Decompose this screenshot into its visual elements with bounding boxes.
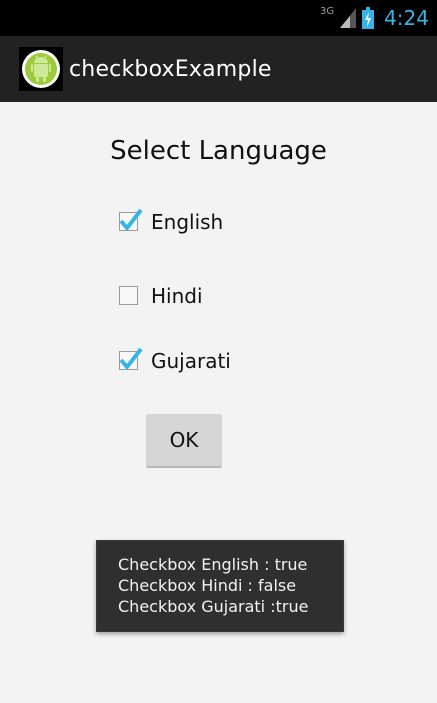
ok-button[interactable]: OK <box>146 414 222 468</box>
checkbox-label: Gujarati <box>151 349 231 373</box>
checkbox-hindi[interactable]: Hindi <box>118 279 203 313</box>
action-bar: checkboxExample <box>0 36 437 102</box>
checkbox-english[interactable]: English <box>118 205 223 239</box>
status-indicators: 3G 4:24 <box>320 0 429 36</box>
checkmark-icon <box>119 208 143 232</box>
toast-line-hindi: Checkbox Hindi : false <box>118 576 297 595</box>
status-bar: 3G 4:24 <box>0 0 437 36</box>
checkbox-icon[interactable] <box>118 208 143 233</box>
toast-message: Checkbox English : true Checkbox Hindi :… <box>96 540 344 632</box>
checkbox-icon[interactable] <box>118 347 143 372</box>
checkbox-label: Hindi <box>151 284 203 308</box>
checkmark-icon <box>119 347 143 371</box>
checkbox-icon[interactable] <box>118 285 140 307</box>
toast-line-english: Checkbox English : true <box>118 555 308 574</box>
checkbox-gujarati[interactable]: Gujarati <box>118 344 231 378</box>
network-type: 3G <box>319 5 335 17</box>
signal-icon <box>340 8 357 28</box>
checkbox-label: English <box>151 210 224 234</box>
battery-charging-icon <box>362 7 375 29</box>
checkbox-box <box>119 286 138 305</box>
app-title: checkboxExample <box>69 56 272 82</box>
clock: 4:24 <box>384 6 429 30</box>
android-app-icon[interactable] <box>19 47 63 91</box>
page-title: Select Language <box>110 136 327 166</box>
toast-line-gujarati: Checkbox Gujarati :true <box>118 597 309 616</box>
